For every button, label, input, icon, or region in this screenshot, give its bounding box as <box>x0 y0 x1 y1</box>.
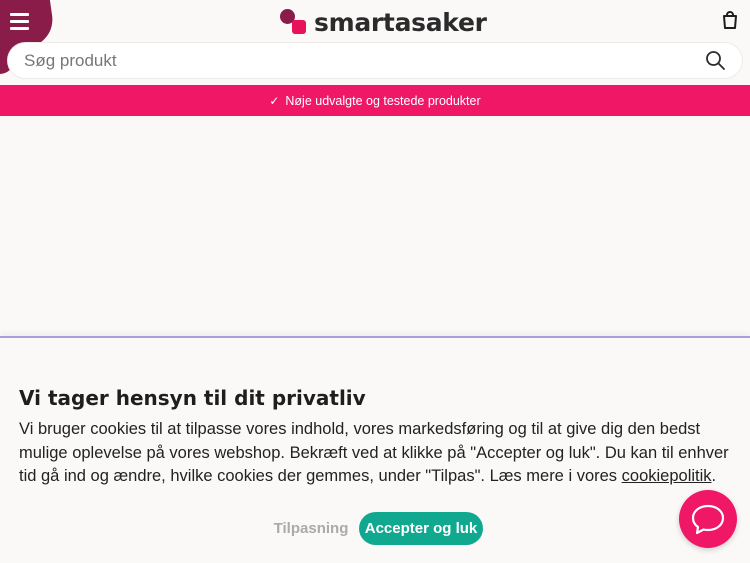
logo[interactable]: smartasaker <box>280 7 487 37</box>
search-icon[interactable] <box>705 50 726 71</box>
shopping-bag-icon[interactable] <box>720 10 740 30</box>
search-input[interactable] <box>24 43 684 78</box>
customize-button[interactable]: Tilpasning <box>268 512 354 545</box>
promo-text: Nøje udvalgte og testede produkter <box>285 93 481 108</box>
promo-bar: ✓ Nøje udvalgte og testede produkter <box>0 85 750 116</box>
cookie-body: Vi bruger cookies til at tilpasse vores … <box>19 418 737 489</box>
cookie-policy-link[interactable]: cookiepolitik <box>622 467 712 485</box>
cookie-title: Vi tager hensyn til dit privatliv <box>19 386 366 410</box>
search-bar <box>8 43 742 78</box>
cookie-banner: Vi tager hensyn til dit privatliv Vi bru… <box>0 336 750 563</box>
check-icon: ✓ <box>269 93 280 108</box>
accept-and-close-button[interactable]: Accepter og luk <box>359 512 483 545</box>
logo-mark-icon <box>280 8 308 36</box>
chat-icon[interactable] <box>679 490 737 548</box>
logo-text: smartasaker <box>314 7 487 37</box>
cookie-body-end: . <box>711 467 717 485</box>
menu-icon[interactable] <box>8 10 32 32</box>
site-header: smartasaker <box>0 0 750 85</box>
